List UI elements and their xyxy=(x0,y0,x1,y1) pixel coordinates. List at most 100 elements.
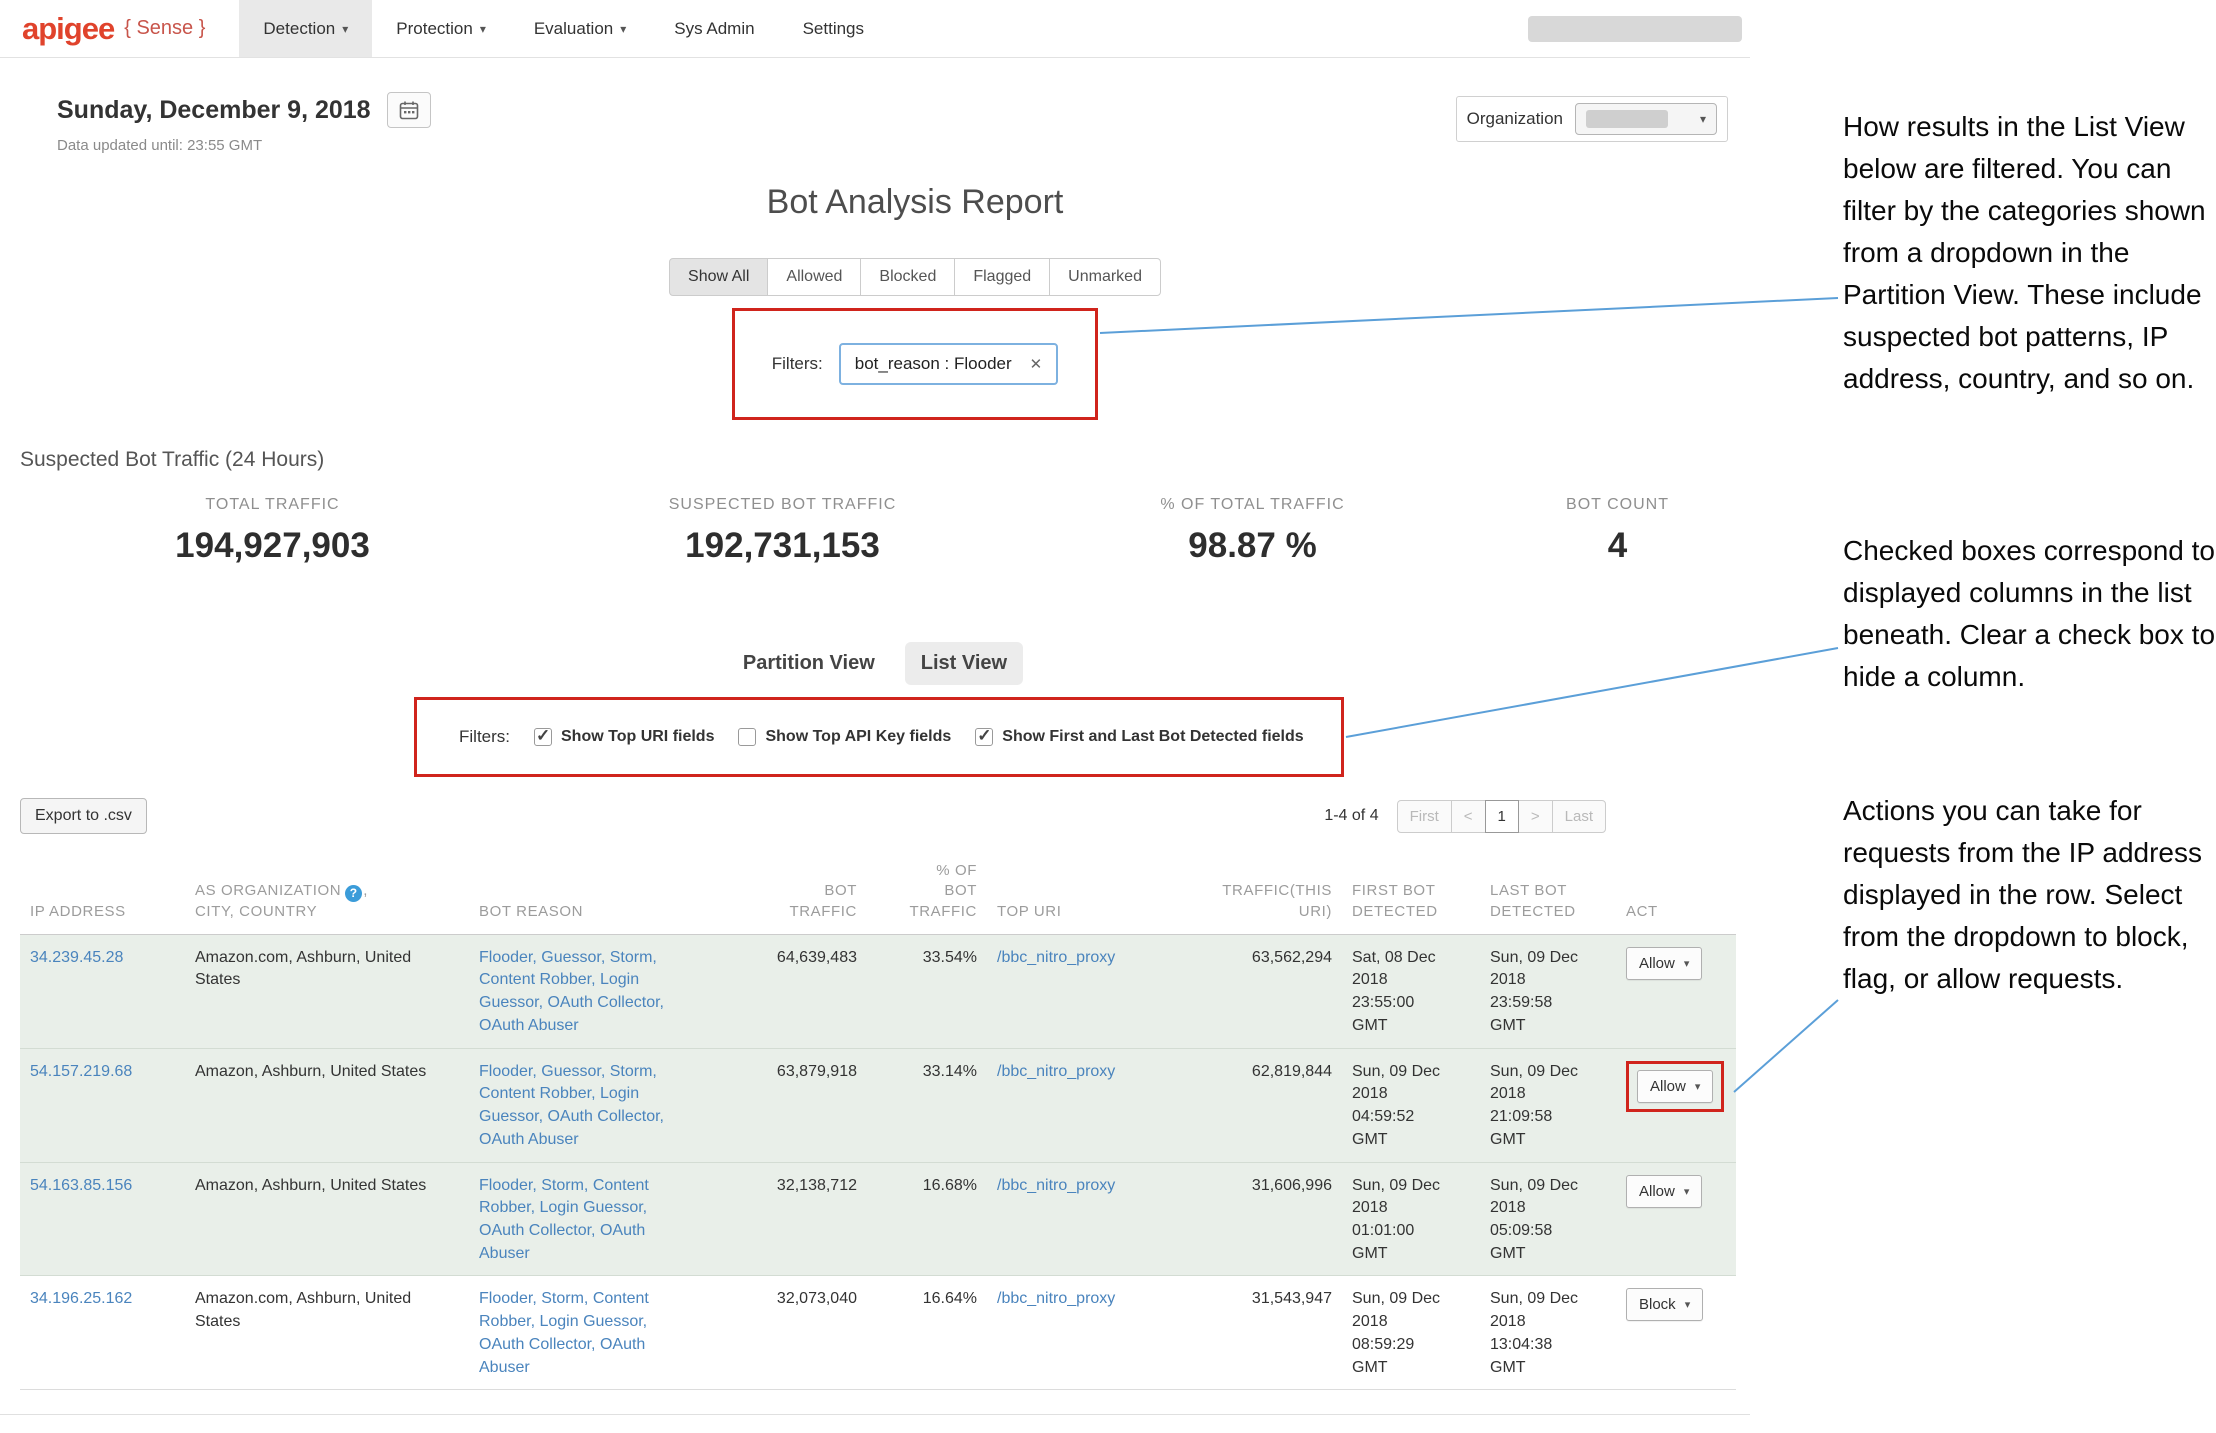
top-uri-link[interactable]: /bbc_nitro_proxy xyxy=(997,1063,1115,1080)
date-picker-button[interactable] xyxy=(387,92,431,128)
last-bot-detected-cell: Sun, 09 Dec 2018 13:04:38 GMT xyxy=(1480,1276,1616,1390)
column-header-as-organization: AS ORGANIZATION?, CITY, COUNTRY xyxy=(185,851,469,934)
bot-reason-links[interactable]: Flooder, Storm, Content Robber, Login Gu… xyxy=(479,1290,649,1375)
bot-reason-links[interactable]: Flooder, Storm, Content Robber, Login Gu… xyxy=(479,1177,649,1262)
action-dropdown[interactable]: Block ▾ xyxy=(1626,1288,1703,1321)
tab-flagged[interactable]: Flagged xyxy=(954,258,1050,296)
page-title: Bot Analysis Report xyxy=(80,180,1750,224)
first-bot-detected-cell: Sun, 09 Dec 2018 08:59:29 GMT xyxy=(1342,1276,1480,1390)
checkbox-label: Show First and Last Bot Detected fields xyxy=(1002,728,1303,746)
ip-address-link[interactable]: 34.196.25.162 xyxy=(30,1290,132,1307)
export-csv-button[interactable]: Export to .csv xyxy=(20,798,147,834)
table-header-row: IP ADDRESS AS ORGANIZATION?, CITY, COUNT… xyxy=(20,851,1736,934)
nav-item-label: Settings xyxy=(803,19,864,39)
organization-label: Organization xyxy=(1467,109,1563,129)
action-label: Allow xyxy=(1650,1078,1686,1095)
pagination: First < 1 > Last xyxy=(1397,800,1606,833)
ip-address-link[interactable]: 54.157.219.68 xyxy=(30,1063,132,1080)
action-label: Block xyxy=(1639,1296,1676,1313)
apigee-logo: apigee xyxy=(22,11,114,47)
pagination-range: 1-4 of 4 xyxy=(1324,807,1378,825)
tab-allowed[interactable]: Allowed xyxy=(767,258,861,296)
pagination-next-button[interactable]: > xyxy=(1518,800,1553,833)
action-dropdown[interactable]: Allow ▾ xyxy=(1626,1175,1702,1208)
action-label: Allow xyxy=(1639,955,1675,972)
stat-value: 98.87 % xyxy=(1020,526,1485,566)
section-heading: Suspected Bot Traffic (24 Hours) xyxy=(20,448,1750,472)
action-dropdown[interactable]: Allow ▾ xyxy=(1626,947,1702,980)
pagination-page-1-button[interactable]: 1 xyxy=(1485,800,1519,833)
ip-address-link[interactable]: 34.239.45.28 xyxy=(30,949,123,966)
filter-chip-bot-reason[interactable]: bot_reason : Flooder ✕ xyxy=(839,343,1058,385)
tab-show-all[interactable]: Show All xyxy=(669,258,768,296)
pct-bot-traffic-cell: 16.64% xyxy=(867,1276,987,1390)
column-header-act: ACT xyxy=(1616,851,1736,934)
organization-dropdown[interactable]: ▾ xyxy=(1575,103,1717,135)
pct-bot-traffic-cell: 33.14% xyxy=(867,1048,987,1162)
checkbox-label: Show Top API Key fields xyxy=(765,728,951,746)
stat-suspected-bot-traffic: SUSPECTED BOT TRAFFIC 192,731,153 xyxy=(545,496,1020,566)
bot-traffic-cell: 32,073,040 xyxy=(704,1276,867,1390)
nav-item-settings[interactable]: Settings xyxy=(779,0,888,57)
nav-item-protection[interactable]: Protection ▾ xyxy=(372,0,510,57)
chevron-down-icon: ▾ xyxy=(480,22,486,36)
column-header-first-bot-detected: FIRST BOT DETECTED xyxy=(1342,851,1480,934)
top-uri-link[interactable]: /bbc_nitro_proxy xyxy=(997,949,1115,966)
stat-bot-count: BOT COUNT 4 xyxy=(1485,496,1750,566)
pagination-prev-button[interactable]: < xyxy=(1451,800,1486,833)
column-header-pct-bot-traffic: % OF BOT TRAFFIC xyxy=(867,851,987,934)
bot-reason-links[interactable]: Flooder, Guessor, Storm, Content Robber,… xyxy=(479,949,664,1034)
stat-label: TOTAL TRAFFIC xyxy=(0,496,545,514)
checkbox-show-top-uri[interactable]: ✓ xyxy=(534,728,552,746)
traffic-this-uri-cell: 31,543,947 xyxy=(1142,1276,1342,1390)
column-filters-highlight-box: Filters: ✓ Show Top URI fields ✓ Show To… xyxy=(414,697,1344,777)
pagination-first-button[interactable]: First xyxy=(1397,800,1452,833)
checkbox-show-top-api-key[interactable]: ✓ xyxy=(738,728,756,746)
column-header-last-bot-detected: LAST BOT DETECTED xyxy=(1480,851,1616,934)
chevron-down-icon: ▾ xyxy=(342,22,348,36)
as-organization-cell: Amazon, Ashburn, United States xyxy=(185,1162,469,1276)
brand-logo: apigee { Sense } xyxy=(0,0,239,57)
tab-blocked[interactable]: Blocked xyxy=(860,258,955,296)
nav-item-sys-admin[interactable]: Sys Admin xyxy=(650,0,778,57)
bot-list-table: IP ADDRESS AS ORGANIZATION?, CITY, COUNT… xyxy=(20,851,1736,1390)
help-icon[interactable]: ? xyxy=(345,885,362,902)
remove-filter-icon[interactable]: ✕ xyxy=(1030,355,1043,373)
checkbox-show-first-last-bot[interactable]: ✓ xyxy=(975,728,993,746)
annotation-filter-note: How results in the List View below are f… xyxy=(1843,106,2215,400)
stat-label: BOT COUNT xyxy=(1485,496,1750,514)
nav-item-evaluation[interactable]: Evaluation ▾ xyxy=(510,0,650,57)
user-account-redacted xyxy=(1528,16,1742,42)
top-uri-link[interactable]: /bbc_nitro_proxy xyxy=(997,1290,1115,1307)
bot-traffic-cell: 32,138,712 xyxy=(704,1162,867,1276)
top-uri-link[interactable]: /bbc_nitro_proxy xyxy=(997,1177,1115,1194)
last-bot-detected-cell: Sun, 09 Dec 2018 23:59:58 GMT xyxy=(1480,934,1616,1048)
first-bot-detected-cell: Sun, 09 Dec 2018 04:59:52 GMT xyxy=(1342,1048,1480,1162)
bot-reason-links[interactable]: Flooder, Guessor, Storm, Content Robber,… xyxy=(479,1063,664,1148)
table-row: 54.157.219.68 Amazon, Ashburn, United St… xyxy=(20,1048,1736,1162)
chevron-down-icon: ▾ xyxy=(1700,112,1706,126)
nav-item-detection[interactable]: Detection ▾ xyxy=(239,0,372,57)
stats-summary: TOTAL TRAFFIC 194,927,903 SUSPECTED BOT … xyxy=(0,496,1750,566)
ip-address-link[interactable]: 54.163.85.156 xyxy=(30,1177,132,1194)
last-bot-detected-cell: Sun, 09 Dec 2018 05:09:58 GMT xyxy=(1480,1162,1616,1276)
filter-show-top-api-key: ✓ Show Top API Key fields xyxy=(738,728,951,746)
action-dropdown[interactable]: Allow ▾ xyxy=(1637,1070,1713,1103)
filter-show-first-last-bot: ✓ Show First and Last Bot Detected field… xyxy=(975,728,1303,746)
pagination-last-button[interactable]: Last xyxy=(1552,800,1606,833)
pct-bot-traffic-cell: 16.68% xyxy=(867,1162,987,1276)
tab-unmarked[interactable]: Unmarked xyxy=(1049,258,1161,296)
organization-value-redacted xyxy=(1586,110,1668,128)
as-organization-cell: Amazon.com, Ashburn, United States xyxy=(185,934,469,1048)
action-label: Allow xyxy=(1639,1183,1675,1200)
tab-list-view[interactable]: List View xyxy=(905,642,1023,685)
tab-partition-view[interactable]: Partition View xyxy=(727,642,891,685)
pct-bot-traffic-cell: 33.54% xyxy=(867,934,987,1048)
nav-item-label: Sys Admin xyxy=(674,19,754,39)
table-toolbar: Export to .csv 1-4 of 4 First < 1 > Last xyxy=(0,797,1750,835)
divider xyxy=(0,1414,1750,1415)
caret-down-icon: ▾ xyxy=(1684,1185,1690,1198)
organization-selector: Organization ▾ xyxy=(1456,96,1728,142)
calendar-icon xyxy=(399,100,419,120)
filter-chip-label: bot_reason : Flooder xyxy=(855,354,1012,374)
